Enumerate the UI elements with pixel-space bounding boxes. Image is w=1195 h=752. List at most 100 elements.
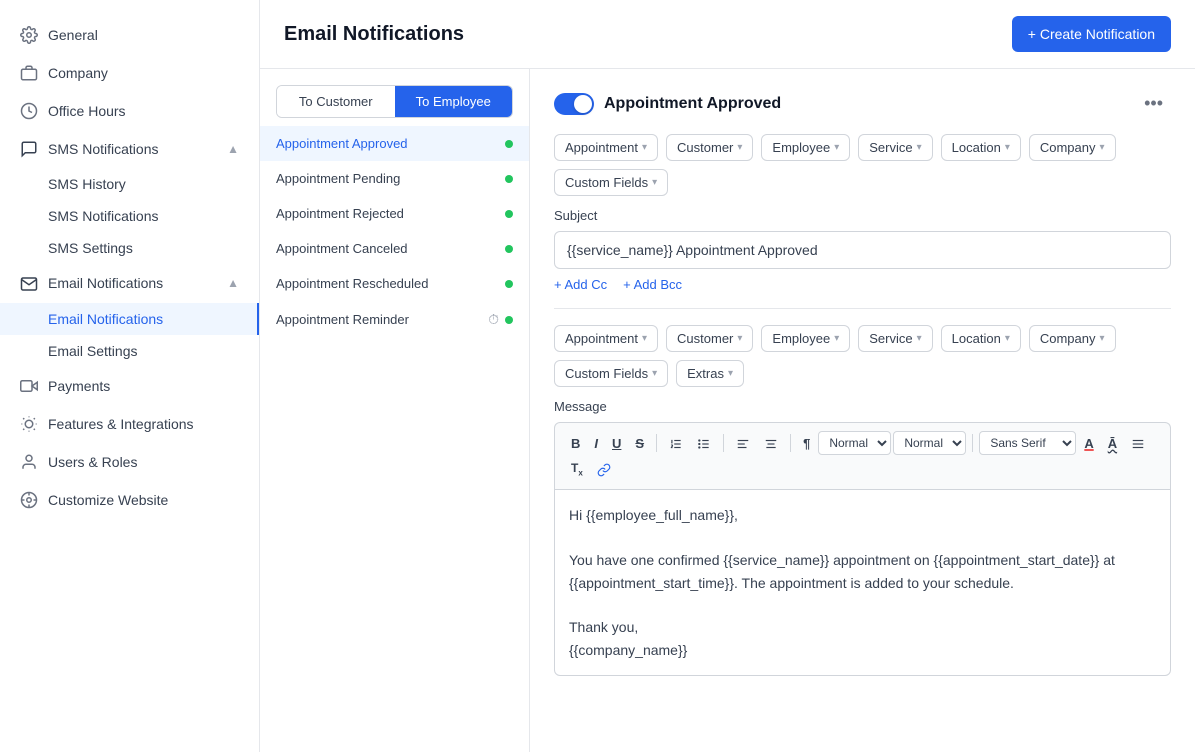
right-panel: Appointment Approved ••• Appointment ▾ C… — [530, 69, 1195, 752]
sidebar-sub-label: SMS Settings — [48, 240, 133, 256]
tag-label: Location — [952, 331, 1001, 346]
notif-item-appointment-approved[interactable]: Appointment Approved — [260, 126, 529, 161]
sidebar-sub-label: Email Notifications — [48, 311, 163, 327]
timer-icon: ⏱ — [488, 311, 499, 328]
clear-format-button[interactable]: Tx — [565, 457, 589, 481]
sidebar-group-sms-header[interactable]: SMS Notifications ▲ — [0, 130, 259, 168]
chevron-down-icon: ▾ — [1099, 333, 1104, 344]
tag-service[interactable]: Service ▾ — [858, 134, 932, 161]
chevron-down-icon: ▾ — [834, 142, 839, 153]
sidebar-item-sms-settings[interactable]: SMS Settings — [0, 232, 259, 264]
notif-item-right: ⏱ — [488, 311, 513, 328]
body-tag-extras[interactable]: Extras ▾ — [676, 360, 744, 387]
tag-label: Location — [952, 140, 1001, 155]
sidebar-group-email-header[interactable]: Email Notifications ▲ — [0, 264, 259, 302]
notification-name: Appointment Approved — [604, 95, 781, 113]
tag-label: Company — [1040, 140, 1096, 155]
chevron-down-icon: ▾ — [834, 333, 839, 344]
notif-item-appointment-rescheduled[interactable]: Appointment Rescheduled — [260, 266, 529, 301]
paragraph-button[interactable]: ¶ — [797, 432, 816, 455]
strikethrough-button[interactable]: S — [629, 432, 650, 455]
chevron-up-icon: ▲ — [227, 276, 239, 290]
body-tag-custom-fields[interactable]: Custom Fields ▾ — [554, 360, 668, 387]
sidebar: General Company Office Hours SMS Notific… — [0, 0, 260, 752]
tag-custom-fields[interactable]: Custom Fields ▾ — [554, 169, 668, 196]
align-left-button[interactable] — [730, 431, 756, 455]
chevron-down-icon: ▾ — [1005, 333, 1010, 344]
sidebar-item-email-notifications[interactable]: Email Notifications — [0, 303, 259, 335]
italic-button[interactable]: I — [588, 432, 604, 455]
notif-item-name: Appointment Rejected — [276, 206, 404, 221]
tag-company[interactable]: Company ▾ — [1029, 134, 1116, 161]
sidebar-item-label: Payments — [48, 378, 110, 394]
tag-label: Service — [869, 331, 912, 346]
underline-button[interactable]: U — [606, 432, 627, 455]
tag-label: Company — [1040, 331, 1096, 346]
message-body[interactable]: Hi {{employee_full_name}}, You have one … — [554, 489, 1171, 676]
chevron-down-icon: ▾ — [917, 333, 922, 344]
body-tag-customer[interactable]: Customer ▾ — [666, 325, 753, 352]
sidebar-item-users[interactable]: Users & Roles — [0, 443, 259, 481]
sidebar-item-label: Users & Roles — [48, 454, 137, 470]
tab-to-customer[interactable]: To Customer — [277, 86, 395, 117]
body-tag-company[interactable]: Company ▾ — [1029, 325, 1116, 352]
notif-item-appointment-canceled[interactable]: Appointment Canceled — [260, 231, 529, 266]
tag-employee[interactable]: Employee ▾ — [761, 134, 850, 161]
tab-switcher: To Customer To Employee — [276, 85, 513, 118]
tag-label: Employee — [772, 140, 830, 155]
more-options-button[interactable]: ••• — [1136, 89, 1171, 118]
notif-item-appointment-rejected[interactable]: Appointment Rejected — [260, 196, 529, 231]
notif-item-appointment-reminder[interactable]: Appointment Reminder ⏱ — [260, 301, 529, 338]
subject-input[interactable] — [554, 231, 1171, 269]
enabled-dot — [505, 245, 513, 253]
body-tag-appointment[interactable]: Appointment ▾ — [554, 325, 658, 352]
sidebar-sub-label: Email Settings — [48, 343, 137, 359]
message-label: Message — [554, 399, 1171, 414]
create-notification-button[interactable]: + Create Notification — [1012, 16, 1171, 52]
ordered-list-button[interactable] — [663, 431, 689, 455]
font-select[interactable]: Sans SerifSerifMonospace — [979, 431, 1076, 455]
tag-location[interactable]: Location ▾ — [941, 134, 1021, 161]
size-select[interactable]: NormalSmallLarge — [893, 431, 966, 455]
sidebar-item-label: General — [48, 27, 98, 43]
align-center-button[interactable] — [758, 431, 784, 455]
text-align-button[interactable] — [1125, 431, 1151, 455]
unordered-list-button[interactable] — [691, 431, 717, 455]
sidebar-email-sub: Email Notifications Email Settings — [0, 303, 259, 367]
user-icon — [20, 453, 38, 471]
sidebar-item-sms-history[interactable]: SMS History — [0, 168, 259, 200]
add-bcc-button[interactable]: + Add Bcc — [623, 277, 682, 292]
chevron-down-icon: ▾ — [642, 142, 647, 153]
tag-customer[interactable]: Customer ▾ — [666, 134, 753, 161]
body-tag-employee[interactable]: Employee ▾ — [761, 325, 850, 352]
sidebar-sms-sub: SMS History SMS Notifications SMS Settin… — [0, 168, 259, 264]
sidebar-item-sms-notifications[interactable]: SMS Notifications — [0, 200, 259, 232]
chevron-down-icon: ▾ — [652, 368, 657, 379]
tag-appointment[interactable]: Appointment ▾ — [554, 134, 658, 161]
add-cc-button[interactable]: + Add Cc — [554, 277, 607, 292]
sidebar-item-customize[interactable]: Customize Website — [0, 481, 259, 519]
link-button[interactable] — [591, 457, 617, 481]
topbar: Email Notifications + Create Notificatio… — [260, 0, 1195, 69]
sidebar-item-general[interactable]: General — [0, 16, 259, 54]
notification-header: Appointment Approved ••• — [554, 89, 1171, 118]
sidebar-item-email-settings[interactable]: Email Settings — [0, 335, 259, 367]
sidebar-item-label: Office Hours — [48, 103, 126, 119]
sidebar-sub-label: SMS History — [48, 176, 126, 192]
body-tag-service[interactable]: Service ▾ — [858, 325, 932, 352]
body-tag-location[interactable]: Location ▾ — [941, 325, 1021, 352]
highlight-button[interactable]: Ā — [1102, 432, 1123, 455]
sidebar-item-payments[interactable]: Payments — [0, 367, 259, 405]
enabled-toggle[interactable] — [554, 93, 594, 115]
chevron-down-icon: ▾ — [642, 333, 647, 344]
sidebar-item-company[interactable]: Company — [0, 54, 259, 92]
font-color-button[interactable]: A — [1078, 432, 1099, 455]
tab-to-employee[interactable]: To Employee — [395, 86, 513, 117]
sidebar-group-sms: SMS Notifications ▲ SMS History SMS Noti… — [0, 130, 259, 264]
more-icon: ••• — [1144, 93, 1163, 113]
sidebar-item-features[interactable]: Features & Integrations — [0, 405, 259, 443]
notif-item-appointment-pending[interactable]: Appointment Pending — [260, 161, 529, 196]
sidebar-item-office-hours[interactable]: Office Hours — [0, 92, 259, 130]
bold-button[interactable]: B — [565, 432, 586, 455]
heading-select[interactable]: NormalH1H2H3 — [818, 431, 891, 455]
